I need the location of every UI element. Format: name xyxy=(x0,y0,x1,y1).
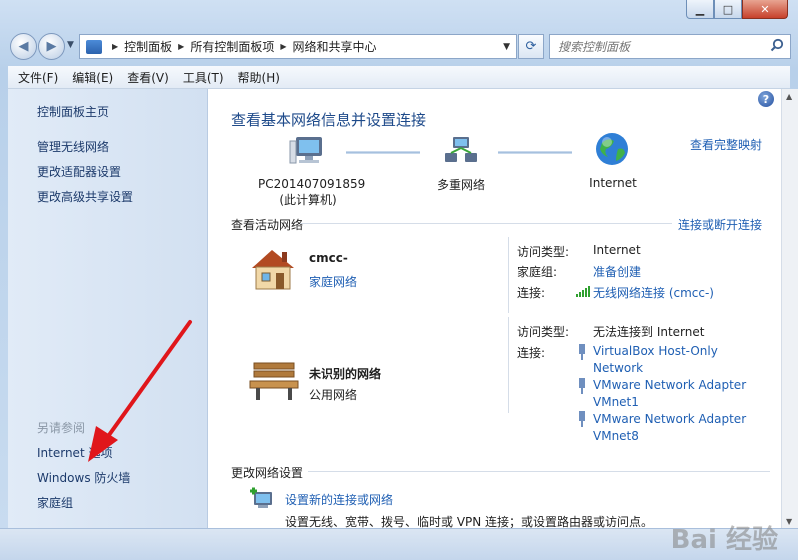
computer-sub: (此计算机) xyxy=(279,193,337,207)
see-also-heading: 另请参阅 xyxy=(37,421,86,435)
sidebar-link-firewall[interactable]: Windows 防火墙 xyxy=(37,469,130,486)
public-network-label: 公用网络 xyxy=(309,388,358,402)
adapter-name-line1: VMware Network Adapter xyxy=(593,378,747,392)
breadcrumb-item-network-center[interactable]: 网络和共享中心 xyxy=(293,38,377,55)
maximize-button[interactable]: □ xyxy=(714,0,742,19)
map-middle-label: 多重网络 xyxy=(436,178,485,192)
homegroup-label: 家庭组: xyxy=(517,265,558,279)
menu-tools[interactable]: 工具(T) xyxy=(183,69,224,86)
wifi-signal-icon xyxy=(576,286,590,297)
vertical-scrollbar[interactable]: ▲ ▼ xyxy=(781,89,798,529)
menu-edit[interactable]: 编辑(E) xyxy=(72,69,113,86)
menu-help[interactable]: 帮助(H) xyxy=(238,69,280,86)
connection-label: 连接: xyxy=(517,286,546,300)
access-type-label: 访问类型: xyxy=(517,245,570,259)
adapter-name-line1: VirtualBox Host-Only xyxy=(593,344,718,358)
full-map-link[interactable]: 查看完整映射 xyxy=(690,136,762,153)
public-network-bench-icon xyxy=(249,362,299,400)
refresh-button[interactable]: ⟳ xyxy=(518,34,544,59)
chevron-right-icon[interactable]: ▶ xyxy=(112,42,118,51)
minimize-button[interactable]: ▁ xyxy=(686,0,714,19)
access-type-value: Internet xyxy=(593,243,641,257)
sidebar: 控制面板主页 管理无线网络 更改适配器设置 更改高级共享设置 另请参阅 Inte… xyxy=(8,89,208,529)
breadcrumb: ▶ 控制面板 ▶ 所有控制面板项 ▶ 网络和共享中心 xyxy=(106,38,377,55)
sidebar-link-advanced-sharing[interactable]: 更改高级共享设置 xyxy=(37,188,133,205)
map-internet-label: Internet xyxy=(589,176,637,190)
adapter-link-vmnet1[interactable]: VMware Network Adapter VMnet1 xyxy=(593,377,746,411)
back-button[interactable]: ◀ xyxy=(10,33,37,60)
help-icon[interactable]: ? xyxy=(758,91,774,107)
ethernet-adapter-icon xyxy=(579,344,585,360)
connection-label: 连接: xyxy=(517,346,546,360)
chevron-right-icon[interactable]: ▶ xyxy=(178,42,184,51)
home-network-link[interactable]: 家庭网络 xyxy=(309,273,357,290)
search-input[interactable] xyxy=(550,38,760,55)
computer-icon xyxy=(289,137,322,164)
adapter-name-line2: VMnet8 xyxy=(593,429,639,443)
search-icon[interactable] xyxy=(770,38,784,52)
map-connection-line xyxy=(346,151,420,154)
refresh-icon: ⟳ xyxy=(525,39,537,54)
menu-view[interactable]: 查看(V) xyxy=(127,69,169,86)
adapter-name-line1: VMware Network Adapter xyxy=(593,412,747,426)
main-content: ? 查看基本网络信息并设置连接 查看完整映射 PC201407091859 (此… xyxy=(208,89,782,529)
close-button[interactable]: ✕ xyxy=(742,0,788,19)
change-settings-heading: 更改网络设置 xyxy=(231,466,304,480)
sidebar-link-homegroup[interactable]: 家庭组 xyxy=(37,494,73,511)
map-computer-label: PC201407091859 (此计算机) xyxy=(258,176,366,208)
adapter-name-line2: VMnet1 xyxy=(593,395,639,409)
adapter-link-vmnet8[interactable]: VMware Network Adapter VMnet8 xyxy=(593,411,746,445)
breadcrumb-item-control-panel[interactable]: 控制面板 xyxy=(124,38,172,55)
scroll-up-icon[interactable]: ▲ xyxy=(786,92,792,101)
sidebar-link-home[interactable]: 控制面板主页 xyxy=(37,103,109,120)
window-caption-buttons: ▁ □ ✕ xyxy=(686,0,788,19)
watermark-logo: Bai 经验 xyxy=(670,525,778,555)
sidebar-link-manage-wireless[interactable]: 管理无线网络 xyxy=(37,138,109,155)
section-divider xyxy=(308,471,770,472)
navigation-bar: ◀ ▶ ▼ ▶ 控制面板 ▶ 所有控制面板项 ▶ 网络和共享中心 ▼ ⟳ xyxy=(8,30,791,62)
multiple-networks-icon xyxy=(445,137,477,162)
ethernet-adapter-icon xyxy=(579,411,585,427)
access-type-value: 无法连接到 Internet xyxy=(593,325,705,339)
internet-globe-icon xyxy=(596,133,628,165)
minimize-icon: ▁ xyxy=(695,2,705,16)
forward-arrow-icon: ▶ xyxy=(46,39,57,54)
computer-name: PC201407091859 xyxy=(258,177,366,191)
vertical-divider xyxy=(508,237,509,313)
adapter-name-line2: Network xyxy=(593,361,644,375)
maximize-icon: □ xyxy=(722,2,734,16)
menu-file[interactable]: 文件(F) xyxy=(18,69,58,86)
menu-bar: 文件(F) 编辑(E) 查看(V) 工具(T) 帮助(H) xyxy=(8,66,790,89)
setup-new-connection-link[interactable]: 设置新的连接或网络 xyxy=(285,491,393,508)
forward-button[interactable]: ▶ xyxy=(38,33,65,60)
new-connection-icon xyxy=(250,487,272,508)
adapter-link-virtualbox[interactable]: VirtualBox Host-Only Network xyxy=(593,343,718,377)
active-networks-heading: 查看活动网络 xyxy=(231,218,304,232)
ethernet-adapter-icon xyxy=(579,378,585,394)
address-bar[interactable]: ▶ 控制面板 ▶ 所有控制面板项 ▶ 网络和共享中心 ▼ xyxy=(79,34,517,59)
homegroup-link[interactable]: 准备创建 xyxy=(593,263,641,280)
sidebar-link-internet-options[interactable]: Internet 选项 xyxy=(37,444,112,461)
connect-disconnect-link[interactable]: 连接或断开连接 xyxy=(678,216,762,233)
search-box[interactable] xyxy=(549,34,791,59)
access-type-label: 访问类型: xyxy=(517,325,570,339)
wireless-connection-link[interactable]: 无线网络连接 (cmcc-) xyxy=(593,284,714,301)
page-title: 查看基本网络信息并设置连接 xyxy=(231,111,427,129)
sidebar-link-adapter-settings[interactable]: 更改适配器设置 xyxy=(37,163,121,180)
network-name-cmcc: cmcc- xyxy=(309,251,348,265)
section-divider xyxy=(300,223,672,224)
vertical-divider xyxy=(508,317,509,413)
back-arrow-icon: ◀ xyxy=(18,39,29,54)
window-frame: ▁ □ ✕ ◀ ▶ ▼ ▶ 控制面板 ▶ 所有控制面板项 ▶ 网络和共享中心 ▼… xyxy=(0,0,798,560)
network-name-unidentified: 未识别的网络 xyxy=(309,367,382,381)
recent-pages-dropdown[interactable]: ▼ xyxy=(67,40,74,50)
close-icon: ✕ xyxy=(760,2,770,16)
control-panel-icon xyxy=(86,39,102,54)
breadcrumb-item-all-items[interactable]: 所有控制面板项 xyxy=(190,38,274,55)
chevron-right-icon[interactable]: ▶ xyxy=(280,42,286,51)
home-network-icon xyxy=(252,250,294,290)
map-connection-line xyxy=(498,151,572,154)
scroll-down-icon[interactable]: ▼ xyxy=(786,517,792,526)
address-dropdown-icon[interactable]: ▼ xyxy=(503,42,510,52)
